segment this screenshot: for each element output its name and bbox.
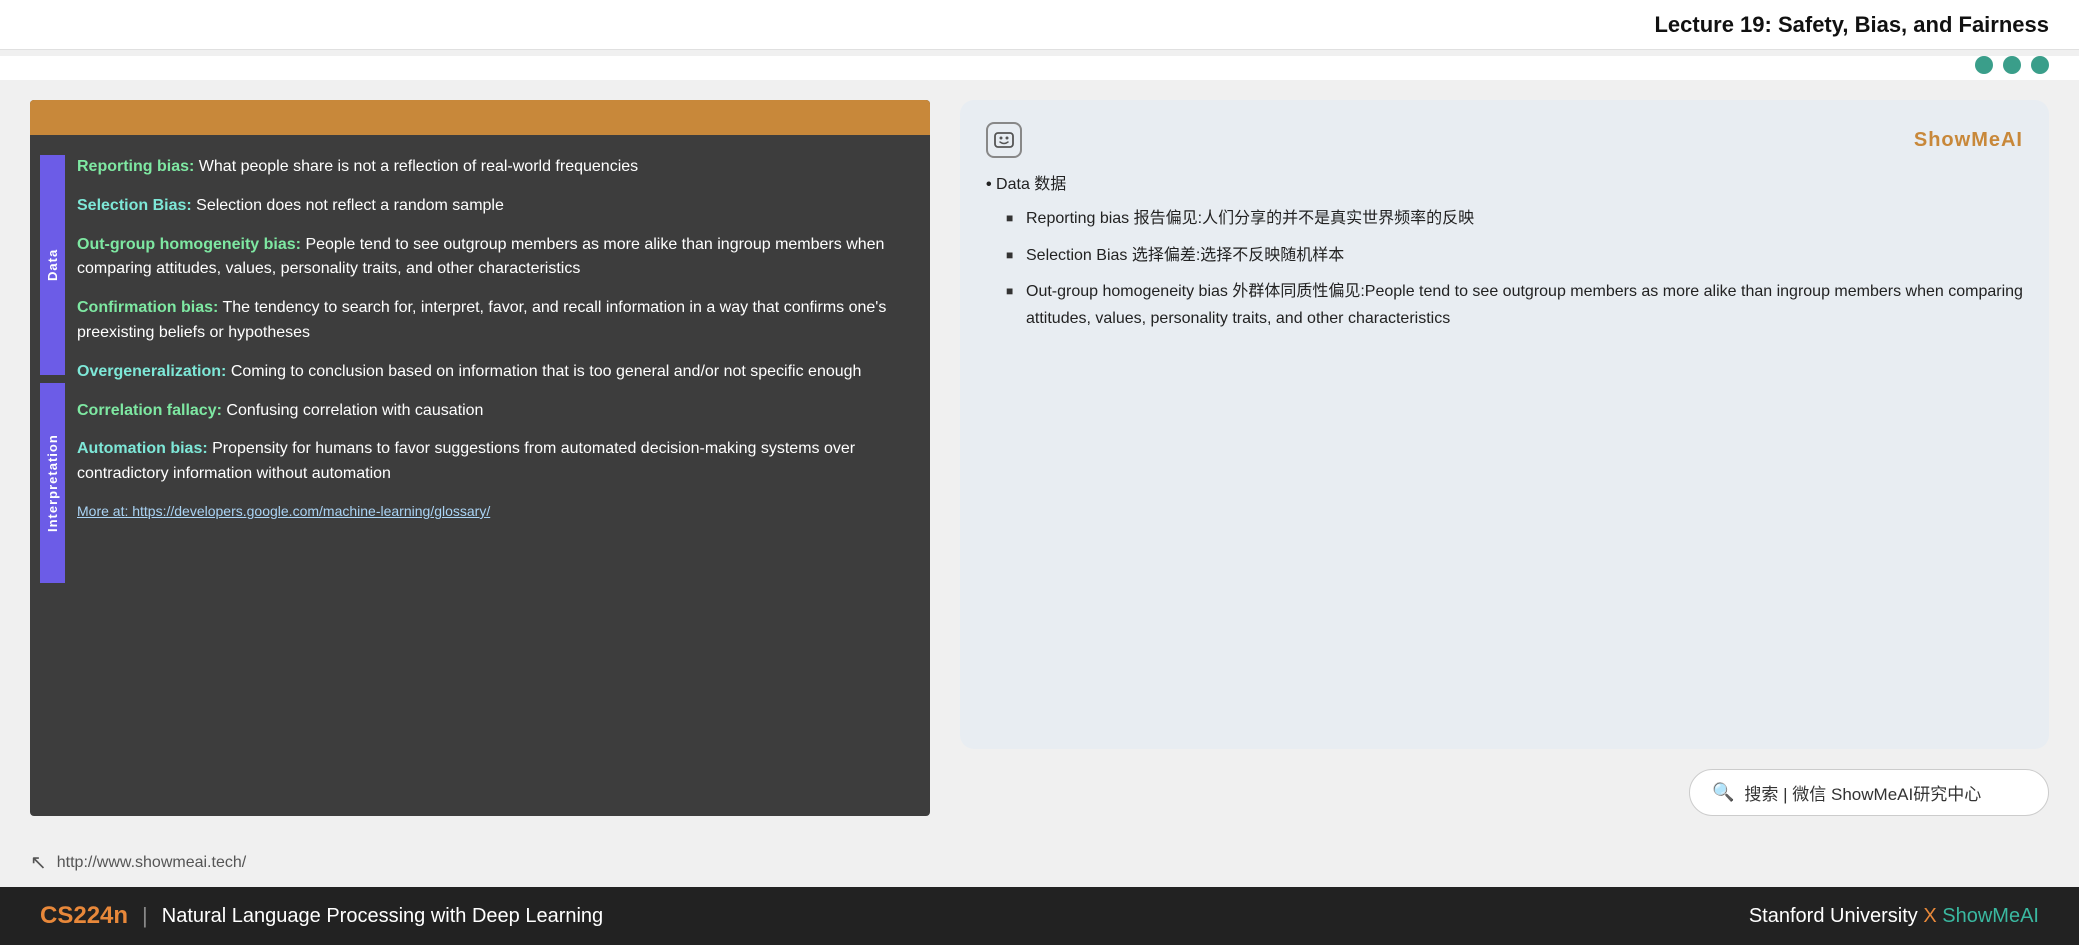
bias-term-automation: Automation bias:: [77, 440, 208, 457]
ai-sub-item-1: Reporting bias 报告偏见:人们分享的并不是真实世界频率的反映: [1006, 206, 2023, 232]
bias-term-correlation: Correlation fallacy:: [77, 402, 222, 419]
search-bar[interactable]: 🔍 搜索 | 微信 ShowMeAI研究中心: [1689, 769, 2049, 816]
course-code: CS224n: [40, 902, 128, 930]
bias-selection: Selection Bias: Selection does not refle…: [77, 194, 910, 219]
nav-dot-2[interactable]: [2003, 56, 2021, 74]
sidebar-interpretation-label: Interpretation: [40, 383, 65, 583]
bias-confirmation: Confirmation bias: The tendency to searc…: [77, 296, 910, 346]
nav-dots: [0, 56, 2079, 80]
bottom-right: Stanford University X ShowMeAI: [1749, 905, 2039, 928]
nav-dot-1[interactable]: [1975, 56, 1993, 74]
main-content: Data Interpretation Reporting bias: What…: [0, 80, 2079, 836]
bias-automation: Automation bias: Propensity for humans t…: [77, 437, 910, 487]
bias-term-reporting: Reporting bias:: [77, 158, 194, 175]
sidebar-labels: Data Interpretation: [40, 155, 65, 806]
bias-outgroup: Out-group homogeneity bias: People tend …: [77, 233, 910, 283]
slide-content: Reporting bias: What people share is not…: [77, 155, 910, 806]
url-text: http://www.showmeai.tech/: [57, 854, 246, 872]
bias-term-overgeneralization: Overgeneralization:: [77, 363, 226, 380]
slide-link[interactable]: More at: https://developers.google.com/m…: [77, 501, 910, 523]
nav-dot-3[interactable]: [2031, 56, 2049, 74]
ai-sub-item-2: Selection Bias 选择偏差:选择不反映随机样本: [1006, 243, 2023, 269]
ai-sub-list: Reporting bias 报告偏见:人们分享的并不是真实世界频率的反映 Se…: [986, 206, 2023, 332]
bias-desc-selection: Selection does not reflect a random samp…: [196, 197, 504, 214]
bias-term-confirmation: Confirmation bias:: [77, 299, 218, 316]
x-separator: X: [1923, 905, 1942, 927]
right-panel: ShowMeAI Data 数据 Reporting bias 报告偏见:人们分…: [960, 100, 2049, 816]
slide-top-bar: [30, 100, 930, 135]
bottom-bar: CS224n | Natural Language Processing wit…: [0, 887, 2079, 945]
bias-desc-correlation: Confusing correlation with causation: [226, 402, 483, 419]
ai-sub-item-3: Out-group homogeneity bias 外群体同质性偏见:Peop…: [1006, 279, 2023, 332]
showmeai-footer-brand: ShowMeAI: [1942, 905, 2039, 927]
search-bar-text: 搜索 | 微信 ShowMeAI研究中心: [1744, 780, 1981, 805]
bottom-section: ↖ http://www.showmeai.tech/: [0, 836, 2079, 887]
slide-panel: Data Interpretation Reporting bias: What…: [30, 100, 930, 816]
course-name: Natural Language Processing with Deep Le…: [162, 905, 603, 928]
search-icon: 🔍: [1712, 782, 1734, 803]
top-bar: Lecture 19: Safety, Bias, and Fairness: [0, 0, 2079, 50]
cursor-icon: ↖: [30, 850, 47, 875]
bias-desc-overgeneralization: Coming to conclusion based on informatio…: [231, 363, 862, 380]
bias-overgeneralization: Overgeneralization: Coming to conclusion…: [77, 360, 910, 385]
lecture-title: Lecture 19: Safety, Bias, and Fairness: [1654, 12, 2049, 38]
ai-card-header: ShowMeAI: [986, 122, 2023, 158]
url-bar: ↖ http://www.showmeai.tech/: [30, 842, 246, 883]
bottom-left: CS224n | Natural Language Processing wit…: [40, 902, 603, 930]
ai-card: ShowMeAI Data 数据 Reporting bias 报告偏见:人们分…: [960, 100, 2049, 749]
bottom-divider: |: [142, 903, 148, 929]
bias-term-selection: Selection Bias:: [77, 197, 192, 214]
bias-desc-reporting: What people share is not a reflection of…: [199, 158, 638, 175]
search-bar-wrapper: 🔍 搜索 | 微信 ShowMeAI研究中心: [960, 769, 2049, 816]
ai-icon: [986, 122, 1022, 158]
ai-main-bullet: Data 数据: [986, 172, 2023, 198]
stanford-label: Stanford University: [1749, 905, 1918, 927]
bias-term-outgroup: Out-group homogeneity bias:: [77, 236, 301, 253]
ai-bullet-list: Data 数据: [986, 172, 2023, 198]
bias-reporting: Reporting bias: What people share is not…: [77, 155, 910, 180]
slide-inner: Data Interpretation Reporting bias: What…: [30, 135, 930, 816]
bias-correlation: Correlation fallacy: Confusing correlati…: [77, 399, 910, 424]
showmeai-brand: ShowMeAI: [1914, 124, 2023, 157]
sidebar-data-label: Data: [40, 155, 65, 375]
